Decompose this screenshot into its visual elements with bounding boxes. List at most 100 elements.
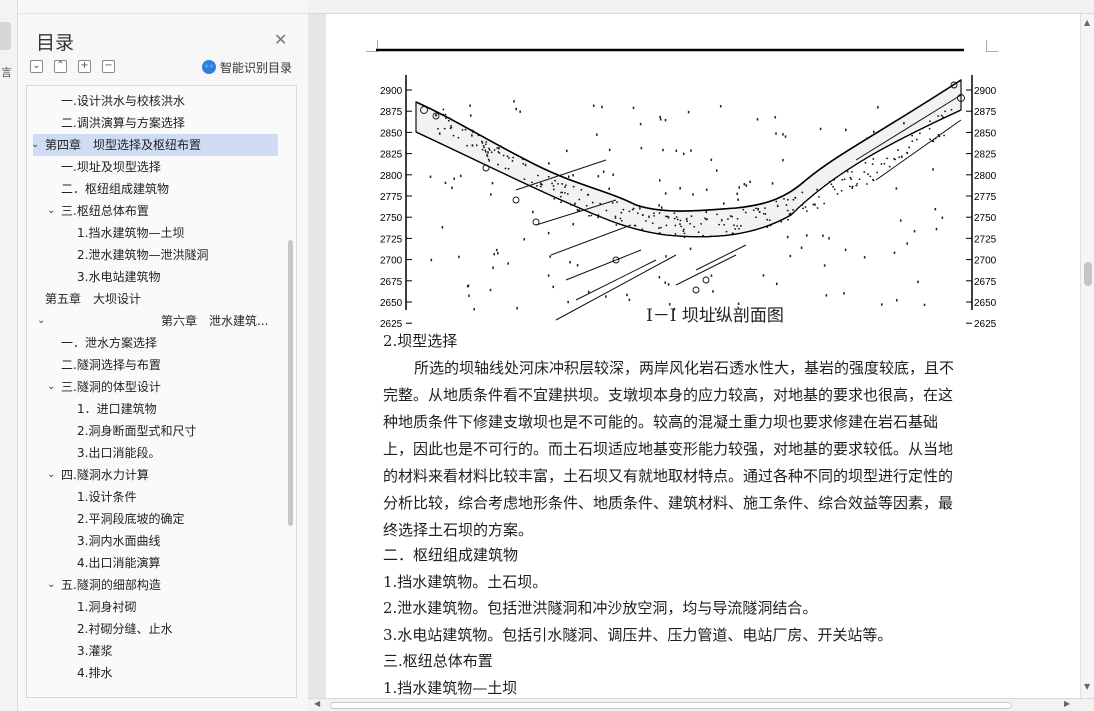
scroll-left-icon[interactable]: ◀ [314,699,320,708]
toc-item[interactable]: 二．枢纽组成建筑物 [27,178,296,200]
toc-item[interactable]: 4.出口消能演算 [27,552,296,574]
toc-item[interactable]: ⌄ 三.枢纽总体布置 [27,200,296,222]
vertical-scroll-thumb[interactable] [1084,262,1092,286]
body-line: 1.挡水建筑物—土坝 [383,678,518,697]
toc-item-label: 3.灌浆 [77,644,113,658]
toc-item[interactable]: ⌄ 第四章 坝型选择及枢纽布置 [33,134,278,156]
toc-item-label: 一.设计洪水与校核洪水 [61,94,185,108]
toc-item[interactable]: 2.平洞段底坡的确定 [27,508,296,530]
toc-item[interactable]: 二.隧洞选择与布置 [27,354,296,376]
toc-item[interactable]: 一.设计洪水与校核洪水 [27,90,296,112]
smart-toc-button[interactable]: ◦◦ 智能识别目录 [202,59,292,75]
document-area: 2900 2875 2850 2825 2800 2775 2750 2725 2700 2675… [308,0,1094,711]
toc-item[interactable]: 一．泄水方案选择 [27,332,296,354]
toc-item[interactable]: 二.调洪演算与方案选择 [27,112,296,134]
toc-item[interactable]: ⌄ 五.隧洞的细部构造 [27,574,296,596]
body-line: 1.挡水建筑物。土石坝。 [383,572,548,591]
toc-item[interactable]: 3.水电站建筑物 [27,266,296,288]
expand-up-icon[interactable]: ⌃ [54,60,67,73]
paragraph-line: 所选的坝轴线处河床冲积层较深，两岸风化岩石透水性大，基岩的强度较底，且不 [414,359,955,377]
toc-item[interactable]: 2.洞身断面型式和尺寸 [27,420,296,442]
smart-toc-label: 智能识别目录 [220,60,293,75]
elevation-label: 2725 [380,234,403,245]
toc-item-label: 三.枢纽总体布置 [61,204,149,218]
chevron-down-icon[interactable]: ⌄ [47,376,55,398]
toc-item-label: 1.挡水建筑物—土坝 [77,226,185,240]
toc-item-label: 3.洞内水面曲线 [77,534,161,548]
toc-item[interactable]: 1．进口建筑物 [27,398,296,420]
toc-item[interactable]: ⌄ 四.隧洞水力计算 [27,464,296,486]
toc-item-label: 一.坝址及坝型选择 [61,160,161,174]
collapse-all-icon[interactable]: ⌄ [30,60,43,73]
chevron-down-icon[interactable]: ⌄ [47,464,55,486]
toc-item-label: 二.隧洞选择与布置 [61,358,161,372]
document-page[interactable]: 2900 2875 2850 2825 2800 2775 2750 2725 2700 2675… [326,14,1080,698]
toc-item[interactable]: 4.排水 [27,662,296,684]
paragraph-line: 上，因此也是不可行的。而土石坝适应地基变形能力较强，对地基的要求较低。从当地 [383,440,954,458]
side-tab-strip: 言 [0,0,18,711]
toc-item-label: 四.隧洞水力计算 [61,468,149,482]
toc-item-label: 2.平洞段底坡的确定 [77,512,185,526]
scroll-down-icon[interactable]: ▼ [1084,682,1090,691]
toc-item[interactable]: 一.坝址及坝型选择 [27,156,296,178]
paragraph-line: 的材料来看材料比较丰富，土石坝又有就地取材特点。通过各种不同的坝型进行定性的 [383,467,954,485]
toc-scrollbar[interactable] [288,240,293,526]
toc-item[interactable]: 3.灌浆 [27,640,296,662]
section-heading: 2.坝型选择 [383,332,458,350]
toc-item[interactable]: 3.出口消能段。 [27,442,296,464]
toc-item-label: 2.泄水建筑物—泄洪隧洞 [77,248,209,262]
toc-item[interactable]: ⌄ 第六章 泄水建筑... [27,310,296,332]
vertical-scrollbar[interactable]: ▲ ▼ [1080,14,1094,698]
toc-item[interactable]: 3.洞内水面曲线 [27,530,296,552]
alluvium-layer [415,78,962,238]
chevron-down-icon[interactable]: ⌄ [47,574,55,596]
toc-item[interactable]: 2.泄水建筑物—泄洪隧洞 [27,244,296,266]
toc-item-label: 五.隧洞的细部构造 [61,578,161,592]
scroll-right-icon[interactable]: ▶ [1064,699,1070,708]
body-line: 二．枢纽组成建筑物 [383,546,519,564]
toc-title: 目录 [36,32,75,54]
rock-texture [429,100,944,311]
ai-icon: ◦◦ [202,60,216,74]
side-tab-active[interactable] [0,22,11,50]
chevron-down-icon[interactable]: ⌄ [47,200,55,222]
toc-item-label: 3.出口消能段。 [77,446,161,460]
remove-heading-icon[interactable]: − [102,60,115,73]
paragraph-line: 完整。从地质条件看不宜建拱坝。支墩坝本身的应力较高，对地基的要求也很高，在这 [383,386,954,404]
scroll-up-icon[interactable]: ▲ [1084,18,1090,27]
paragraph-line: 终选择土石坝的方案。 [383,521,534,539]
chevron-down-icon[interactable]: ⌄ [33,134,39,156]
elevation-label: 2675 [380,277,403,288]
toc-item-label: 三.隧洞的体型设计 [61,380,161,394]
side-tab-label[interactable]: 言 [1,64,12,80]
toc-item[interactable]: 2.衬砌分缝、止水 [27,618,296,640]
horizontal-scrollbar[interactable]: ◀ ▶ [308,698,1094,711]
toc-item-label: 1．进口建筑物 [77,402,157,416]
elevation-label: 2775 [380,192,403,203]
elevation-label: 2725 [974,234,996,245]
toc-item[interactable]: 1.挡水建筑物—土坝 [27,222,296,244]
toc-item-label: 第六章 泄水建筑... [161,314,269,328]
toc-item[interactable]: ⌄ 三.隧洞的体型设计 [27,376,296,398]
horizontal-scroll-thumb[interactable] [330,702,1012,709]
paragraph-line: 种地质条件下修建支墩坝也是不可能的。较高的混凝土重力坝也要求修建在岩石基础 [383,413,939,431]
elevation-label: 2875 [380,107,403,118]
elevation-label: 2900 [974,86,996,97]
chevron-down-icon[interactable]: ⌄ [37,310,45,332]
boulders [420,81,965,294]
toc-item-label: 1.设计条件 [77,490,137,504]
elevation-label: 2850 [974,128,996,139]
add-heading-icon[interactable]: + [78,60,91,73]
toc-panel: 目录 ✕ ⌄ ⌃ + − ◦◦ 智能识别目录 一.设计洪水与校核洪水二.调洪演算… [18,0,308,711]
body-line: 2.泄水建筑物。包括泄洪隧洞和冲沙放空洞，均与导流隧洞结合。 [383,599,818,617]
figure-caption: Ⅰ－Ⅰ 坝址纵剖面图 [646,306,784,326]
toc-item[interactable]: 第五章 大坝设计 [27,288,296,310]
toc-item[interactable]: 1.洞身衬砌 [27,596,296,618]
elevation-label: 2875 [974,107,996,118]
toc-top-bar [18,0,308,14]
toc-item[interactable]: 1.设计条件 [27,486,296,508]
toc-item-label: 3.水电站建筑物 [77,270,161,284]
elevation-label: 2675 [974,277,996,288]
elevation-label: 2800 [974,171,996,182]
close-icon[interactable]: ✕ [274,30,287,49]
